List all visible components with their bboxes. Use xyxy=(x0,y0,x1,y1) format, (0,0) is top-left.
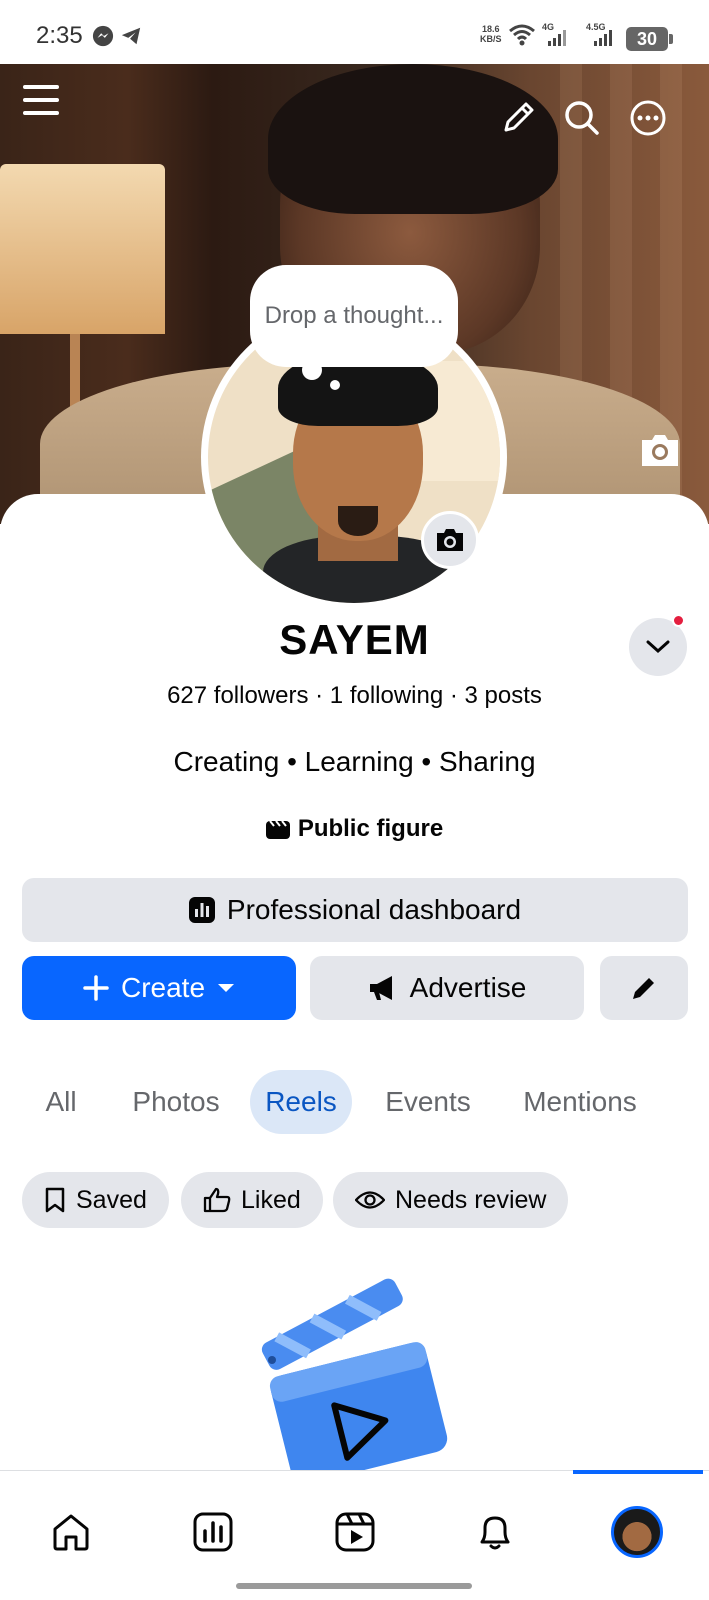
eye-icon xyxy=(355,1191,385,1209)
drop-thought-bubble[interactable]: Drop a thought... xyxy=(250,265,458,367)
status-bar: 2:35 18.6 KB/S 4G 4.5G 30 xyxy=(0,0,709,64)
bookmark-icon xyxy=(45,1187,65,1213)
battery-indicator: 30 xyxy=(626,27,673,51)
status-time: 2:35 xyxy=(36,22,83,49)
more-icon[interactable] xyxy=(626,96,670,140)
filter-saved[interactable]: Saved xyxy=(22,1172,169,1228)
reels-icon[interactable] xyxy=(324,1501,386,1563)
cover-camera-icon[interactable] xyxy=(638,430,682,470)
home-icon[interactable] xyxy=(40,1501,102,1563)
bell-icon[interactable] xyxy=(464,1501,526,1563)
tab-all[interactable]: All xyxy=(30,1070,92,1134)
clapperboard-icon xyxy=(265,820,290,839)
telegram-icon xyxy=(121,27,141,45)
edit-profile-button[interactable] xyxy=(600,956,688,1020)
plus-icon xyxy=(83,975,109,1001)
pencil-icon[interactable] xyxy=(496,96,540,140)
chevron-down-icon xyxy=(646,640,670,654)
advertise-button[interactable]: Advertise xyxy=(310,956,584,1020)
profile-stats[interactable]: 627 followers · 1 following · 3 posts xyxy=(0,682,709,710)
dashboard-icon xyxy=(188,897,215,923)
wifi-icon xyxy=(509,24,535,46)
tab-reels[interactable]: Reels xyxy=(250,1070,352,1134)
filter-needs-review[interactable]: Needs review xyxy=(333,1172,569,1228)
net-speed: 18.6 KB/S xyxy=(480,24,502,44)
tab-mentions[interactable]: Mentions xyxy=(516,1070,644,1134)
profile-name: SAYEM xyxy=(279,616,430,663)
active-nav-indicator xyxy=(573,1470,703,1474)
search-icon[interactable] xyxy=(560,96,604,140)
home-indicator[interactable] xyxy=(236,1583,472,1589)
notification-dot xyxy=(672,614,685,627)
tab-events[interactable]: Events xyxy=(378,1070,478,1134)
megaphone-icon xyxy=(369,976,392,1000)
filter-liked[interactable]: Liked xyxy=(181,1172,323,1228)
tab-photos[interactable]: Photos xyxy=(126,1070,226,1134)
create-button[interactable]: Create xyxy=(22,956,296,1020)
caret-down-icon xyxy=(218,984,235,992)
signal-icon xyxy=(548,30,566,46)
signal-icon xyxy=(594,30,612,46)
profile-camera-icon[interactable] xyxy=(421,511,479,569)
avatar xyxy=(611,1506,663,1558)
messenger-icon xyxy=(92,25,114,47)
dashboard-icon[interactable] xyxy=(182,1501,244,1563)
pencil-icon xyxy=(633,978,654,999)
menu-icon[interactable] xyxy=(20,78,64,122)
thumbs-up-icon xyxy=(203,1187,231,1213)
bottom-navigation xyxy=(0,1470,709,1600)
profile-category: Public figure xyxy=(0,815,709,843)
profile-tabs: All Photos Reels Events Mentions xyxy=(0,1070,709,1134)
profile-bio: Creating • Learning • Sharing xyxy=(173,746,536,777)
reels-clapperboard-illustration xyxy=(261,1278,448,1470)
thought-placeholder: Drop a thought... xyxy=(264,302,444,329)
profile-avatar[interactable] xyxy=(606,1501,668,1563)
professional-dashboard-button[interactable]: Professional dashboard xyxy=(22,878,688,942)
